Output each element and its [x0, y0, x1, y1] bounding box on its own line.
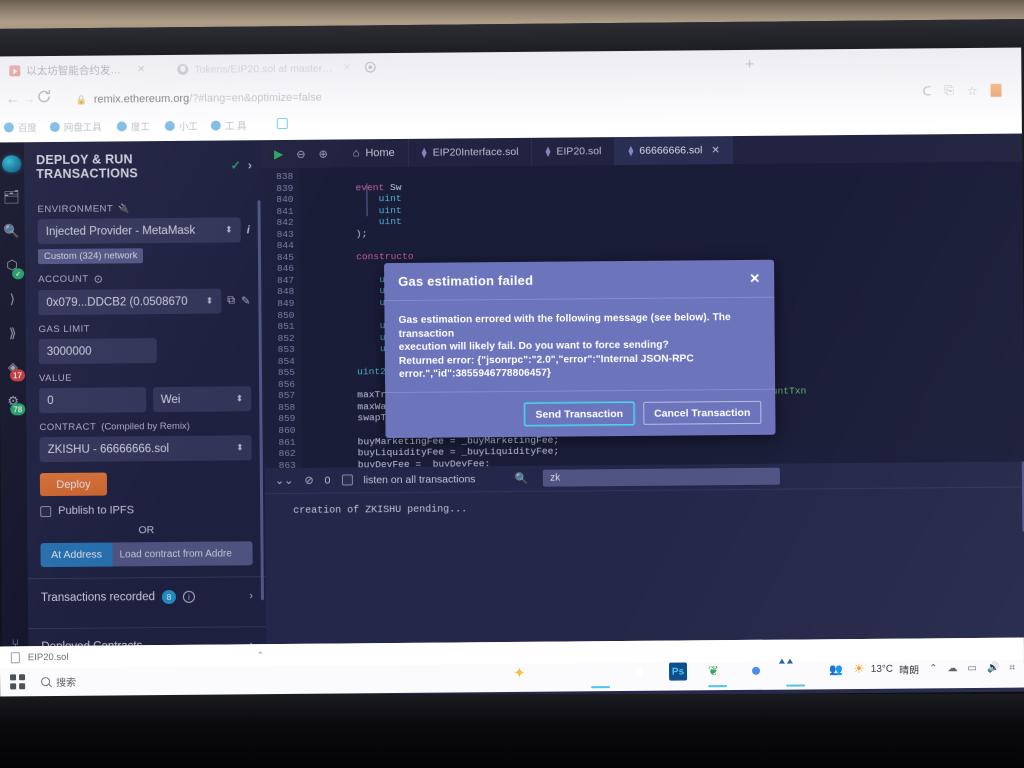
copilot-icon[interactable]: ✦	[513, 664, 532, 683]
taskbar-app-icons: ✦ Ps ❦	[513, 661, 806, 689]
close-icon[interactable]: ✕	[343, 62, 351, 73]
qr-icon	[276, 117, 288, 130]
modal-body: Gas estimation errored with the followin…	[384, 298, 775, 382]
browser-tab-0-title: 以太坊智能合约发币，上架Uni...	[26, 63, 128, 78]
volume-icon[interactable]: 🔊	[987, 662, 1000, 673]
close-icon[interactable]: ✕	[749, 270, 760, 286]
browser-toolbar-right: ᑕ ⎘ ☆	[922, 83, 1002, 99]
sun-icon: ☀	[853, 660, 865, 677]
laptop-base	[0, 694, 1024, 768]
modal-footer: Send Transaction Cancel Transaction	[385, 388, 776, 439]
file-explorer-icon[interactable]	[591, 663, 611, 689]
modal-body-line-1: Gas estimation errored with the followin…	[398, 312, 731, 340]
bookmark-3-label: 小工	[178, 121, 198, 133]
leaf-app-icon[interactable]: ❦	[708, 662, 728, 688]
document-icon	[10, 651, 20, 663]
bookmark-4[interactable]: 工 具	[210, 118, 247, 133]
cancel-transaction-button[interactable]: Cancel Transaction	[642, 400, 762, 425]
reload-icon[interactable]	[35, 88, 52, 105]
taskbar-status-item[interactable]: EIP20.sol	[28, 651, 69, 662]
weather-temperature: 13°C	[870, 663, 894, 675]
taskbar-search[interactable]: 搜索	[41, 673, 76, 688]
weather-condition: 晴朗	[899, 664, 920, 677]
modal-header: Gas estimation failed ✕	[384, 259, 775, 302]
modal-body-line-4: error.","id":3855946778806457}	[398, 367, 551, 380]
bookmark-1-label: 网盘工具	[63, 122, 102, 134]
browser-chrome: 以太坊智能合约发币，上架Uni... ✕ Tokens/EIP20.sol at…	[0, 47, 1022, 143]
url-domain: remix.ethereum.org	[93, 92, 190, 106]
extension-puzzle-icon[interactable]	[363, 60, 377, 74]
chrome-icon[interactable]	[747, 662, 766, 681]
bookmark-1[interactable]: 网盘工具	[49, 120, 102, 134]
bookmark-0[interactable]: 百度	[3, 120, 37, 135]
new-tab-button[interactable]: +	[745, 56, 754, 73]
photoshop-icon[interactable]: Ps	[668, 662, 688, 681]
bookmark-star-icon[interactable]: ☆	[967, 83, 978, 97]
forward-icon[interactable]: →	[22, 90, 36, 106]
modal-title: Gas estimation failed	[398, 272, 534, 289]
browser-tab-1[interactable]: Tokens/EIP20.sol at master ... ✕	[169, 55, 359, 82]
weather-widget[interactable]: ☀ 13°C 晴朗	[853, 660, 919, 677]
taskbar-search-label: 搜索	[56, 677, 77, 689]
youtube-icon	[9, 65, 21, 77]
system-tray: 👥 ☀ 13°C 晴朗 ⌃ ☁ ▭ 🔊 ⌗	[829, 660, 1015, 678]
bookmark-2[interactable]: 度工	[116, 119, 150, 134]
bookmark-3[interactable]: 小工	[164, 119, 198, 133]
browser-tab-1-title: Tokens/EIP20.sol at master ...	[194, 62, 333, 76]
github-icon	[177, 63, 189, 75]
send-transaction-button[interactable]: Send Transaction	[524, 401, 635, 426]
screen-content: 以太坊智能合约发币，上架Uni... ✕ Tokens/EIP20.sol at…	[0, 47, 1024, 701]
windows-taskbar: EIP20.sol ⌃ 搜索 ✦ Ps ❦ �	[0, 637, 1024, 697]
bookmark-2-label: 度工	[130, 122, 150, 134]
bookmark-5[interactable]	[276, 117, 288, 130]
people-icon[interactable]: 👥	[829, 663, 843, 676]
translate-icon[interactable]: ᑕ	[922, 84, 931, 98]
network-icon[interactable]: ⌗	[1009, 662, 1015, 673]
search-icon	[41, 676, 51, 686]
globe-icon	[116, 121, 127, 132]
chrome-canary-icon[interactable]	[630, 663, 649, 682]
close-icon[interactable]: ✕	[137, 64, 145, 75]
chevron-up-icon[interactable]: ⌃	[256, 650, 264, 661]
edge-icon[interactable]	[552, 663, 571, 682]
app-icon[interactable]	[786, 661, 806, 687]
globe-icon	[3, 122, 14, 133]
remix-ide: 🗂 🔍 ⬡✓ ⟩ ⟫ ◈17 ⚙78 ⑂ ⚙ D	[0, 133, 1024, 701]
lock-icon: 🔒	[75, 94, 87, 105]
globe-icon	[49, 121, 60, 133]
cloud-icon[interactable]: ☁	[947, 663, 957, 674]
windows-start-icon[interactable]	[10, 673, 26, 689]
laptop-photo: 以太坊智能合约发币，上架Uni... ✕ Tokens/EIP20.sol at…	[0, 0, 1024, 768]
bookmark-4-label: 工 具	[224, 121, 247, 133]
address-bar[interactable]: 🔒 remix.ethereum.org/?#lang=en&optimize=…	[65, 82, 855, 111]
url-path: /?#lang=en&optimize=false	[189, 91, 322, 105]
globe-icon	[210, 120, 221, 131]
globe-icon	[164, 120, 175, 132]
gas-estimation-failed-modal: Gas estimation failed ✕ Gas estimation e…	[384, 259, 776, 439]
back-icon[interactable]: ←	[6, 90, 20, 106]
url-text: remix.ethereum.org/?#lang=en&optimize=fa…	[94, 92, 322, 106]
wall-shadow	[0, 0, 1024, 22]
metamask-extension-icon[interactable]	[990, 83, 1002, 97]
bookmark-0-label: 百度	[17, 123, 37, 135]
battery-icon[interactable]: ▭	[967, 662, 977, 673]
browser-tab-0[interactable]: 以太坊智能合约发币，上架Uni... ✕	[1, 57, 153, 83]
share-icon[interactable]: ⎘	[944, 83, 954, 98]
chevron-up-icon[interactable]: ⌃	[929, 663, 937, 674]
